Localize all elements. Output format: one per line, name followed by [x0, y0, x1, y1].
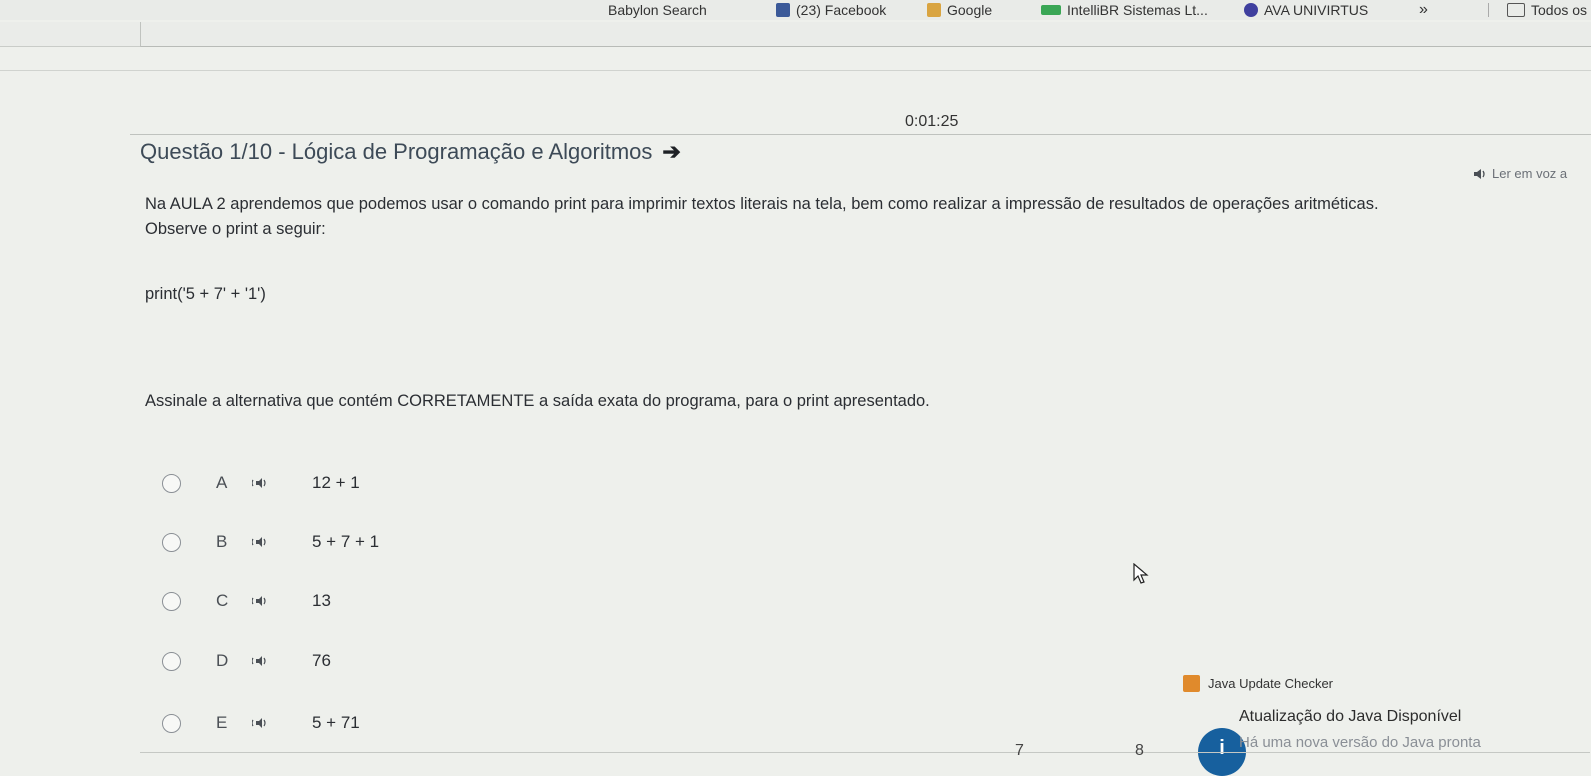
question-prompt: Assinale a alternativa que contém CORRET… — [145, 392, 930, 410]
radio-button[interactable] — [162, 532, 181, 552]
java-notification-title[interactable]: Atualização do Java Disponível — [1239, 708, 1461, 726]
page-number[interactable]: 7 — [1015, 742, 1024, 760]
speaker-icon[interactable] — [252, 536, 268, 548]
option-b[interactable]: B 5 + 7 + 1 — [162, 529, 379, 555]
option-value: 5 + 7 + 1 — [312, 532, 380, 551]
bookmark-ava-univirtus[interactable]: AVA UNIVIRTUS — [1244, 0, 1368, 20]
ava-icon — [1244, 3, 1258, 17]
option-value: 5 + 71 — [312, 713, 360, 732]
bookmark-label: IntelliBR Sistemas Lt... — [1067, 2, 1208, 18]
option-c[interactable]: C 13 — [162, 588, 331, 614]
bookmark-label: Todos os — [1531, 2, 1588, 18]
bookmark-all-folder[interactable]: Todos os — [1507, 0, 1587, 20]
folder-icon — [1507, 3, 1525, 17]
question-title: Questão 1/10 - Lógica de Programação e A… — [140, 139, 681, 165]
radio-button[interactable] — [162, 651, 181, 671]
java-icon — [1183, 675, 1200, 692]
bookmark-intellibr[interactable]: IntelliBR Sistemas Lt... — [1041, 0, 1208, 20]
divider — [130, 134, 1591, 135]
java-notification-header[interactable]: Java Update Checker — [1183, 675, 1333, 692]
question-title-text: Questão 1/10 - Lógica de Programação e A… — [140, 139, 653, 164]
read-aloud-button[interactable]: Ler em voz a — [1473, 166, 1567, 181]
facebook-icon — [776, 3, 790, 17]
java-app-name: Java Update Checker — [1208, 676, 1334, 691]
bookmark-label: AVA UNIVIRTUS — [1264, 2, 1369, 18]
bookmark-label: Babylon Search — [608, 2, 707, 18]
option-d[interactable]: D 76 — [162, 648, 331, 674]
option-letter: A — [216, 473, 228, 492]
divider — [0, 70, 1591, 71]
bookmarks-overflow-button[interactable]: » — [1419, 0, 1428, 20]
bookmark-label: (23) Facebook — [796, 2, 887, 18]
arrow-right-icon[interactable]: ➔ — [662, 139, 680, 165]
bookmark-babylon[interactable]: Babylon Search — [608, 0, 707, 20]
option-value: 13 — [312, 591, 331, 610]
speaker-icon — [1474, 168, 1485, 179]
speaker-icon[interactable] — [252, 477, 268, 489]
header-box — [140, 22, 1591, 47]
speaker-icon[interactable] — [252, 717, 268, 729]
option-value: 12 + 1 — [312, 473, 360, 492]
option-a[interactable]: A 12 + 1 — [162, 470, 360, 496]
bookmark-label: Google — [947, 2, 993, 18]
option-e[interactable]: E 5 + 71 — [162, 710, 360, 736]
java-notification-message[interactable]: Há uma nova versão do Java pronta — [1239, 734, 1481, 751]
option-value: 76 — [312, 651, 331, 670]
bookmark-google[interactable]: Google — [927, 0, 992, 20]
intellibr-icon — [1041, 5, 1061, 15]
page-number[interactable]: 8 — [1135, 742, 1144, 760]
question-paragraph: Na AULA 2 aprendemos que podemos usar o … — [145, 195, 1379, 213]
mouse-cursor-icon — [1133, 563, 1149, 584]
timer: 0:01:25 — [905, 113, 959, 130]
speaker-icon[interactable] — [252, 655, 268, 667]
page-header-strip — [0, 22, 1591, 47]
option-letter: C — [216, 591, 229, 610]
radio-button[interactable] — [162, 473, 181, 493]
bookmark-facebook[interactable]: (23) Facebook — [776, 0, 886, 20]
question-paragraph: Observe o print a seguir: — [145, 220, 326, 238]
divider — [140, 752, 1590, 753]
code-snippet: print('5 + 7' + '1') — [145, 285, 266, 303]
option-letter: B — [216, 532, 228, 551]
google-icon — [927, 3, 941, 17]
bookmarks-separator — [1488, 3, 1489, 17]
bookmarks-bar: Babylon Search (23) Facebook Google Inte… — [0, 0, 1591, 20]
option-letter: E — [216, 713, 228, 732]
speaker-icon[interactable] — [252, 595, 268, 607]
radio-button[interactable] — [162, 591, 181, 611]
option-letter: D — [216, 651, 229, 670]
read-aloud-label: Ler em voz a — [1492, 166, 1568, 181]
radio-button[interactable] — [162, 713, 181, 733]
